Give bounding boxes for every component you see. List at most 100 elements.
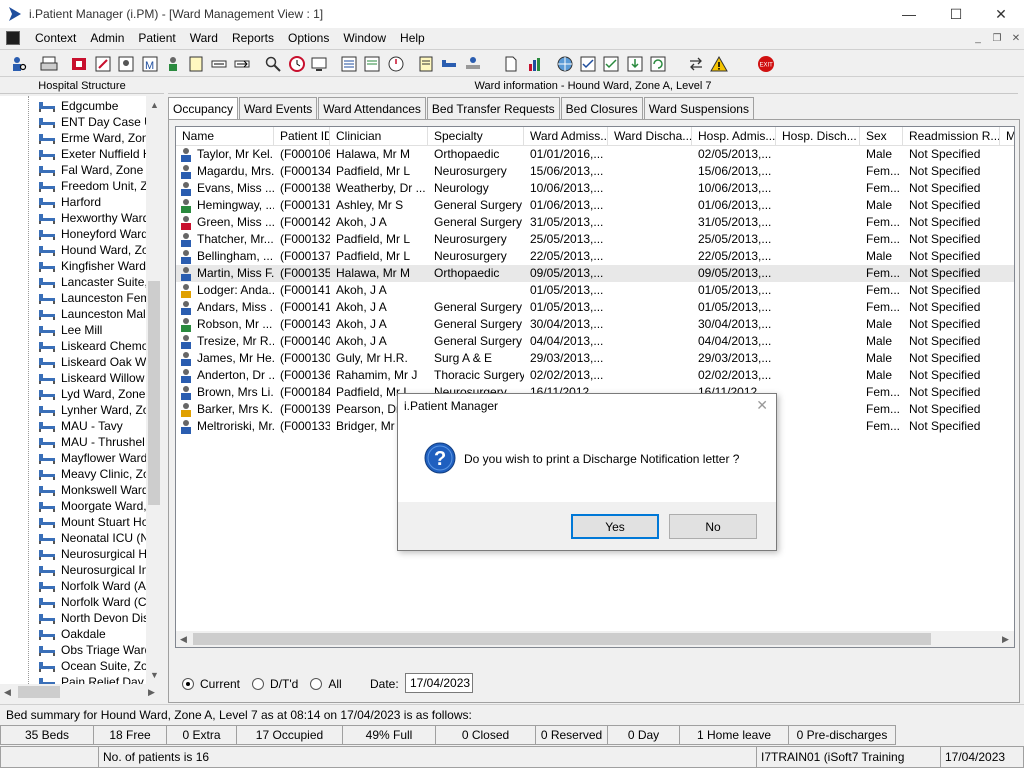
tree-item-ward[interactable]: Liskeard Willow V [38, 370, 146, 386]
tree-item-ward[interactable]: Honeyford Ward, [38, 226, 146, 242]
table-row[interactable]: Green, Miss ... (F000142) Akoh, J A General… [176, 214, 1014, 231]
hospital-structure-tree[interactable]: Edgcumbe ENT Day Case U Erme Ward, Zone Exe… [0, 96, 146, 684]
refresh-icon[interactable] [647, 53, 669, 75]
tree-item-ward[interactable]: Mayflower Ward, [38, 450, 146, 466]
menu-context[interactable]: Context [28, 28, 83, 48]
tree-item-ward[interactable]: Pain Relief Day C [38, 674, 146, 684]
tree-item-ward[interactable]: Meavy Clinic, Zo [38, 466, 146, 482]
mdi-minimize-button[interactable]: _ [970, 32, 986, 46]
bed-notes-icon[interactable] [415, 53, 437, 75]
approve-icon[interactable] [600, 53, 622, 75]
menu-window[interactable]: Window [336, 28, 393, 48]
tree-item-ward[interactable]: Hexworthy Ward, [38, 210, 146, 226]
tree-item-ward[interactable]: Edgcumbe [38, 98, 118, 114]
tree-hscroll-thumb[interactable] [18, 686, 60, 698]
window-close-button[interactable]: ✕ [978, 0, 1024, 28]
menu-patient[interactable]: Patient [131, 28, 182, 48]
tree-item-ward[interactable]: North Devon Dist [38, 610, 146, 626]
grid-horizontal-scrollbar[interactable]: ◀ ▶ [176, 631, 1014, 647]
transfer-icon[interactable] [208, 53, 230, 75]
tree-item-ward[interactable]: ENT Day Case U [38, 114, 146, 130]
mdi-document-icon[interactable] [6, 31, 20, 45]
tree-item-ward[interactable]: Ocean Suite, Zor [38, 658, 146, 674]
search-icon[interactable] [262, 53, 284, 75]
m-report-icon[interactable]: M [139, 53, 161, 75]
exit-icon[interactable]: EXIT [755, 53, 777, 75]
radio-selected-icon[interactable] [182, 678, 194, 690]
tree-item-ward[interactable]: Fal Ward, Zone E [38, 162, 146, 178]
table-row[interactable]: Lodger: Anda... (F000141) Akoh, J A 01/05/2… [176, 282, 1014, 299]
tree-item-ward[interactable]: Launceston Male [38, 306, 146, 322]
edit-patient-icon[interactable] [92, 53, 114, 75]
scroll-up-icon[interactable]: ▲ [150, 100, 159, 110]
window-minimize-button[interactable]: — [886, 0, 932, 28]
table-row[interactable]: Magardu, Mrs... (F000134) Padfield, Mr L Ne… [176, 163, 1014, 180]
patient-record-icon[interactable] [115, 53, 137, 75]
no-button[interactable]: No [669, 514, 757, 539]
check-list-icon[interactable] [577, 53, 599, 75]
tree-item-ward[interactable]: Erme Ward, Zone [38, 130, 146, 146]
col-ward-discharge-header[interactable]: Ward Discha... [608, 127, 692, 146]
radio-unselected-icon[interactable] [310, 678, 323, 690]
col-hosp-discharge-header[interactable]: Hosp. Disch... [776, 127, 860, 146]
yes-button[interactable]: Yes [571, 514, 659, 539]
bed-transfer-icon[interactable] [438, 53, 460, 75]
tree-item-ward[interactable]: Oakdale [38, 626, 106, 642]
dialog-close-icon[interactable]: ✕ [756, 397, 768, 414]
table-row[interactable]: Tresize, Mr R... (F000140) Akoh, J A Genera… [176, 333, 1014, 350]
menu-admin[interactable]: Admin [83, 28, 131, 48]
table-row[interactable]: Bellingham, ... (F000137) Padfield, Mr L Ne… [176, 248, 1014, 265]
table-row[interactable]: Thatcher, Mr... (F000132) Padfield, Mr L Ne… [176, 231, 1014, 248]
filter-all-radio[interactable]: All [310, 677, 342, 691]
tab-occupancy[interactable]: Occupancy [168, 97, 239, 120]
ward-list-icon[interactable] [361, 53, 383, 75]
table-row[interactable]: Evans, Miss ... (F000138) Weatherby, Dr ..… [176, 180, 1014, 197]
notes-icon[interactable] [185, 53, 207, 75]
menu-reports[interactable]: Reports [225, 28, 281, 48]
list-view-icon[interactable] [338, 53, 360, 75]
menu-options[interactable]: Options [281, 28, 336, 48]
tab-bed-closures[interactable]: Bed Closures [560, 97, 643, 119]
tree-item-ward[interactable]: Neonatal ICU (NN [38, 530, 146, 546]
tree-item-ward[interactable]: Launceston Fema [38, 290, 146, 306]
tree-vertical-scrollbar[interactable]: ▲ ▼ [146, 96, 162, 684]
tree-item-ward[interactable]: Kingfisher Ward [38, 258, 146, 274]
tab-ward-suspensions[interactable]: Ward Suspensions [643, 97, 754, 119]
timer-icon[interactable] [385, 53, 407, 75]
warning-icon[interactable] [708, 53, 730, 75]
table-row[interactable]: Anderton, Dr ... (F000136) Rahamim, Mr J Th… [176, 367, 1014, 384]
table-row[interactable]: James, Mr He... (F000130) Guly, Mr H.R. Sur… [176, 350, 1014, 367]
table-row[interactable]: Robson, Mr ... (F000143) Akoh, J A General … [176, 316, 1014, 333]
tab-bed-transfer-requests[interactable]: Bed Transfer Requests [426, 97, 560, 119]
grid-scroll-left-icon[interactable]: ◀ [180, 634, 187, 645]
filter-current-radio[interactable]: Current [182, 677, 240, 691]
tree-item-ward[interactable]: Liskeard Chemo D [38, 338, 146, 354]
mdi-restore-button[interactable]: ❐ [989, 32, 1005, 46]
globe-icon[interactable] [554, 53, 576, 75]
document-icon[interactable] [500, 53, 522, 75]
tree-item-ward[interactable]: Lyd Ward, Zone I [38, 386, 146, 402]
tab-ward-events[interactable]: Ward Events [239, 97, 318, 119]
scroll-left-icon[interactable]: ◀ [4, 687, 11, 698]
discharge-icon[interactable] [231, 53, 253, 75]
scroll-right-icon[interactable]: ▶ [148, 687, 155, 698]
download-icon[interactable] [624, 53, 646, 75]
admit-patient-icon[interactable] [68, 53, 90, 75]
tree-item-ward[interactable]: Moorgate Ward, Z [38, 498, 146, 514]
tree-item-ward[interactable]: Liskeard Oak Wa [38, 354, 146, 370]
mdi-close-button[interactable]: ✕ [1008, 32, 1024, 46]
col-me-header[interactable]: Me [1000, 127, 1014, 146]
tree-item-ward[interactable]: Neurosurgical Inte [38, 562, 146, 578]
col-readmission-header[interactable]: Readmission R... [903, 127, 1000, 146]
occupancy-grid[interactable]: Name Patient ID Clinician Specialty Ward Adm… [175, 126, 1015, 648]
col-name-header[interactable]: Name [176, 127, 274, 146]
printer-icon[interactable] [38, 53, 60, 75]
tree-item-ward[interactable]: Hound Ward, Zo [38, 242, 146, 258]
tree-item-ward[interactable]: Lancaster Suite, [38, 274, 146, 290]
tree-item-ward[interactable]: Monkswell Ward, [38, 482, 146, 498]
clock-icon[interactable] [286, 53, 308, 75]
tree-item-ward[interactable]: Lynher Ward, Zo [38, 402, 146, 418]
patient-bed-icon[interactable] [462, 53, 484, 75]
tree-item-ward[interactable]: Norfolk Ward (Co [38, 594, 146, 610]
swap-icon[interactable] [685, 53, 707, 75]
